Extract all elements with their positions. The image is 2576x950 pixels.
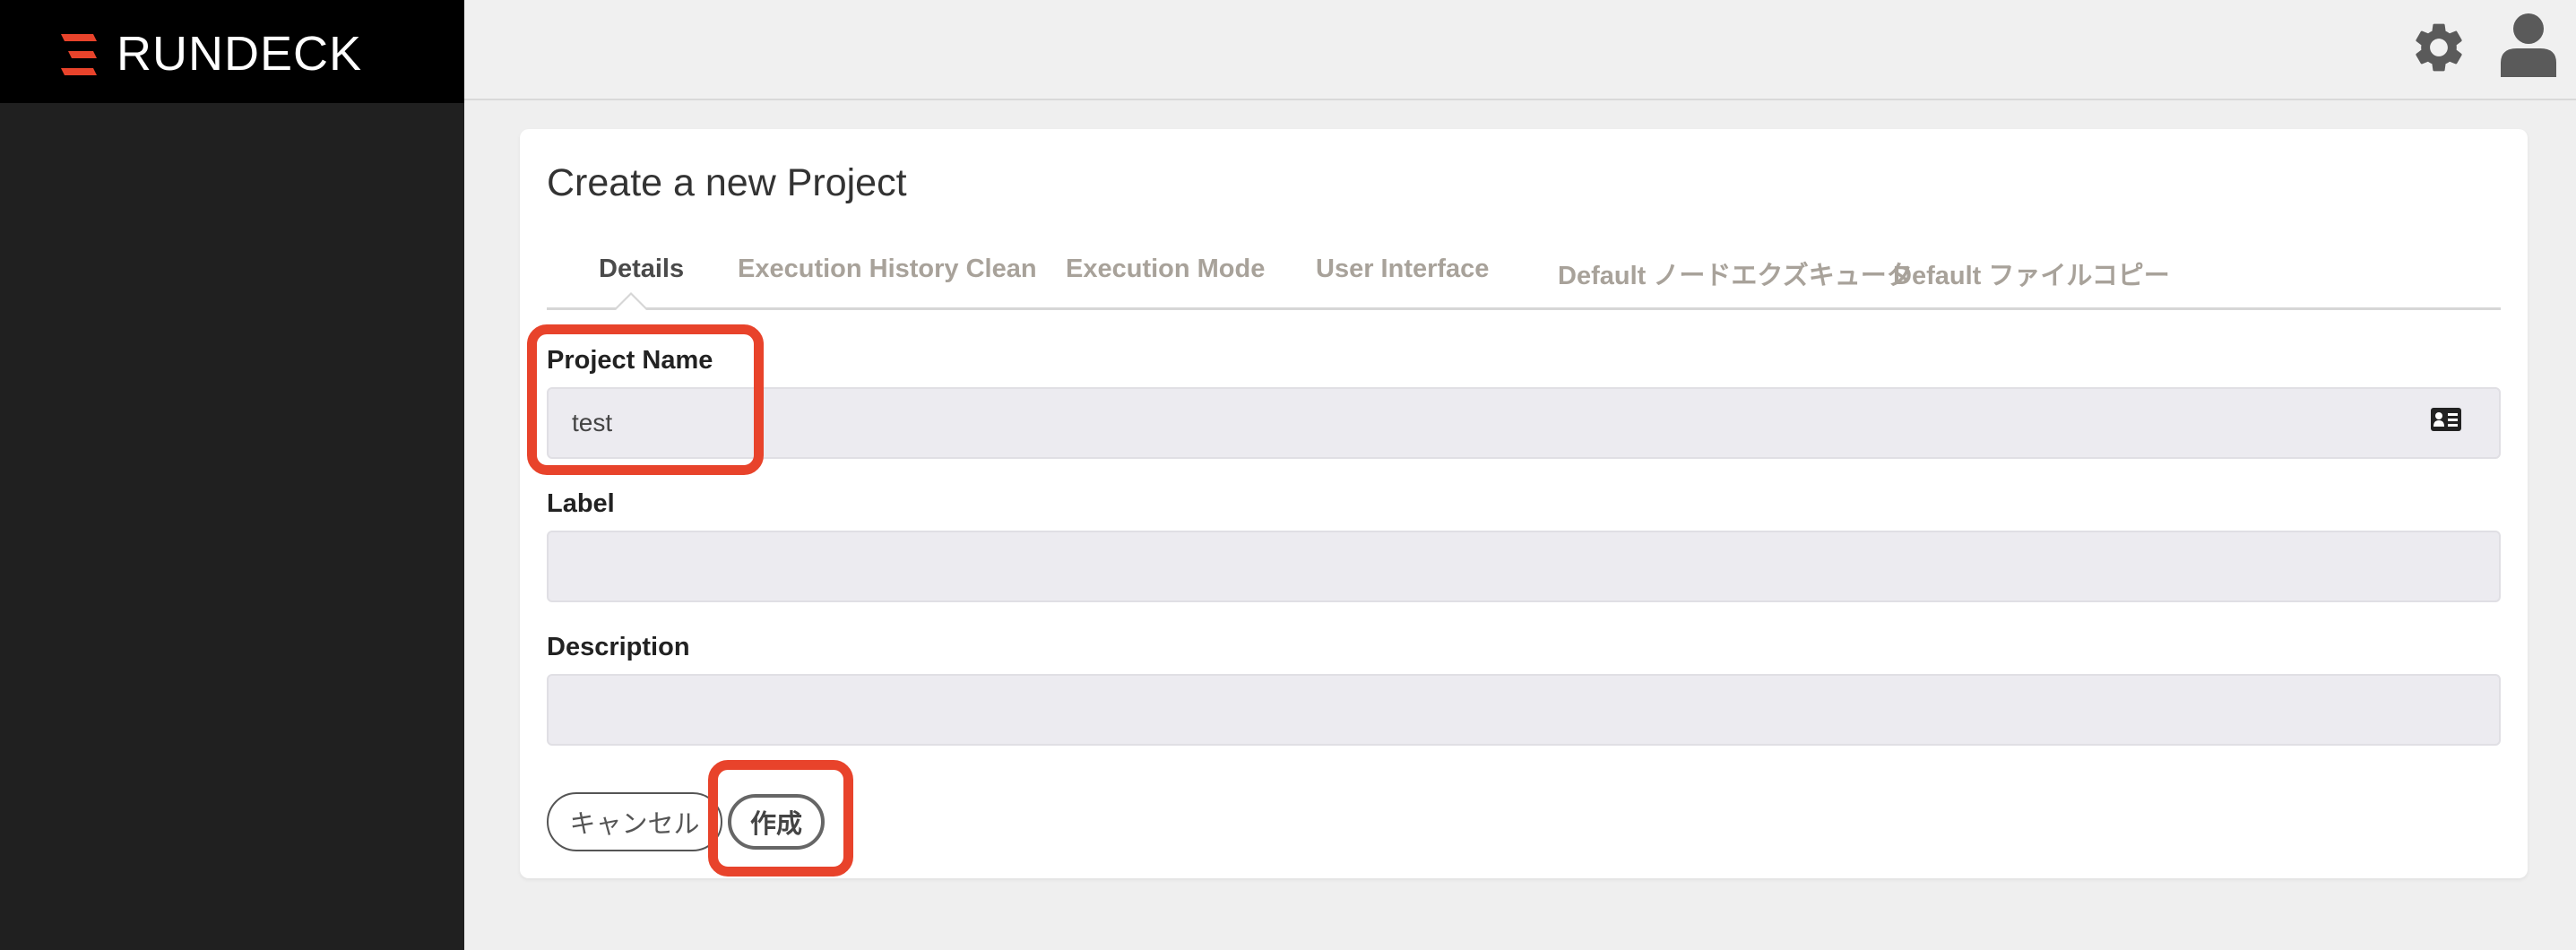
rundeck-logo-icon (61, 34, 97, 75)
tab-default-file-copier[interactable]: Default ファイルコピー (1893, 255, 2170, 292)
description-input[interactable] (547, 674, 2501, 746)
sidebar: RUNDECK (0, 0, 464, 950)
tab-execution-mode[interactable]: Execution Mode (1066, 255, 1265, 284)
brand-header[interactable]: RUNDECK (0, 0, 464, 103)
user-icon[interactable] (2501, 13, 2556, 77)
tab-user-interface[interactable]: User Interface (1316, 255, 1489, 284)
project-name-label: Project Name (547, 346, 713, 375)
label-field-label: Label (547, 489, 615, 518)
project-name-input[interactable] (547, 387, 2501, 459)
tab-default-node-executor[interactable]: Default ノードエクズキュータ (1558, 255, 1913, 292)
top-bar (464, 0, 2576, 100)
tab-details[interactable]: Details (599, 255, 684, 284)
gear-icon[interactable] (2409, 18, 2468, 77)
create-button[interactable]: 作成 (728, 794, 825, 850)
description-field-label: Description (547, 633, 690, 661)
tab-execution-history-clean[interactable]: Execution History Clean (738, 255, 1037, 284)
label-input[interactable] (547, 531, 2501, 602)
cancel-button[interactable]: キャンセル (547, 792, 722, 851)
brand-name: RUNDECK (117, 27, 363, 81)
contact-card-icon[interactable] (2431, 408, 2461, 431)
page-title: Create a new Project (547, 161, 907, 204)
project-tabs: Details Execution History Clean Executio… (547, 237, 2501, 310)
create-project-card: Create a new Project Details Execution H… (520, 129, 2528, 878)
